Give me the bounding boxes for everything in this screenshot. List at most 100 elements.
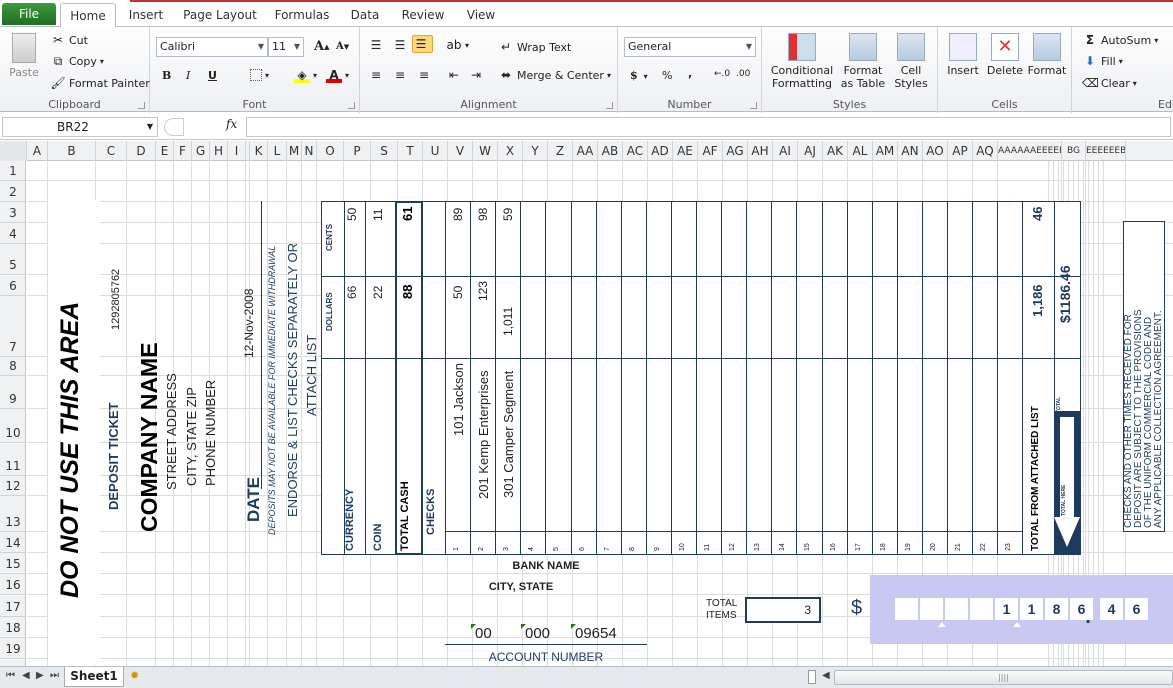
increase-decimal-button[interactable]: ←.0 [714, 69, 730, 79]
column-header[interactable]: BG [1062, 141, 1086, 161]
scroll-left-icon[interactable]: ◀ [822, 670, 830, 681]
column-header[interactable]: AO [923, 141, 948, 161]
comma-button[interactable]: , [688, 67, 692, 80]
format-cells-button[interactable]: Format [1026, 33, 1068, 77]
font-launcher-icon[interactable] [348, 102, 355, 109]
font-color-button[interactable]: A ▾ [326, 67, 349, 83]
column-header[interactable]: E [156, 141, 174, 161]
new-sheet-icon[interactable]: ✹ [130, 669, 152, 685]
column-header[interactable]: AI [773, 141, 798, 161]
conditional-formatting-button[interactable]: Conditional Formatting [766, 33, 838, 90]
column-header[interactable]: Y [523, 141, 548, 161]
column-header[interactable]: G [192, 141, 210, 161]
column-header[interactable]: I [228, 141, 246, 161]
row-header[interactable]: 6 [0, 275, 26, 296]
insert-cells-button[interactable]: Insert [942, 33, 984, 77]
number-launcher-icon[interactable] [750, 102, 757, 109]
align-bottom-button[interactable]: ☰ [412, 35, 433, 53]
bold-button[interactable]: B [162, 69, 171, 82]
row-header[interactable]: 14 [0, 532, 26, 553]
column-header[interactable]: AF [698, 141, 723, 161]
column-header[interactable]: AP [948, 141, 973, 161]
row-header[interactable]: 8 [0, 357, 26, 376]
column-header[interactable]: AC [623, 141, 648, 161]
column-header[interactable]: AK [823, 141, 848, 161]
tab-formulas[interactable]: Formulas [270, 3, 334, 27]
align-center-button[interactable]: ≡ [392, 67, 411, 83]
tab-page-layout[interactable]: Page Layout [178, 3, 262, 27]
column-header[interactable]: AJ [798, 141, 823, 161]
formula-input[interactable] [246, 117, 1171, 137]
row-header[interactable]: 7 [0, 296, 26, 357]
split-handle[interactable] [808, 670, 816, 684]
formula-bar-toggle[interactable] [164, 118, 184, 136]
row-header[interactable]: 18 [0, 617, 26, 638]
prev-sheet-icon[interactable]: ◀ [22, 670, 30, 681]
borders-button[interactable]: ▾ [250, 69, 269, 81]
row-header[interactable]: 16 [0, 574, 26, 595]
orientation-button[interactable]: ab ▾ [446, 37, 470, 53]
increase-indent-button[interactable]: ⇥ [468, 67, 487, 83]
column-header[interactable]: A [27, 141, 48, 161]
column-header[interactable]: Z [548, 141, 573, 161]
tab-review[interactable]: Review [396, 3, 450, 27]
format-as-table-button[interactable]: Format as Table [838, 33, 888, 90]
font-size-select[interactable]: 11 ▼ [268, 37, 304, 57]
insert-function-icon[interactable]: fx [226, 117, 237, 131]
column-header[interactable]: L [268, 141, 287, 161]
currency-button[interactable]: $ ▾ [630, 69, 648, 82]
row-header[interactable]: 5 [0, 244, 26, 275]
row-header[interactable]: 3 [0, 202, 26, 223]
column-header[interactable]: AA [573, 141, 598, 161]
clear-button[interactable]: ⌫ Clear ▾ [1082, 75, 1137, 91]
column-header[interactable]: U [423, 141, 448, 161]
column-header[interactable]: V [448, 141, 473, 161]
column-header[interactable]: AD [648, 141, 673, 161]
tab-file[interactable]: File [2, 3, 56, 25]
column-header[interactable]: AM [873, 141, 898, 161]
align-left-button[interactable]: ≡ [368, 67, 387, 83]
fill-button[interactable]: ⬇ Fill ▾ [1082, 53, 1123, 69]
row-header[interactable]: 13 [0, 496, 26, 532]
column-header[interactable]: AAAAAAEEEEEE [998, 141, 1062, 161]
tab-data[interactable]: Data [340, 3, 390, 27]
row-header[interactable]: 4 [0, 223, 26, 244]
column-header[interactable]: EEEEEEBIII [1086, 141, 1126, 161]
row-header[interactable]: 1 [0, 161, 26, 181]
font-name-select[interactable]: Calibri ▼ [156, 37, 268, 57]
column-header[interactable]: B [48, 141, 96, 161]
tab-insert[interactable]: Insert [120, 3, 172, 27]
column-header[interactable]: O [317, 141, 344, 161]
delete-cells-button[interactable]: ✕ Delete [984, 33, 1026, 77]
column-header[interactable]: H [210, 141, 228, 161]
first-sheet-icon[interactable]: ⏮ [6, 670, 15, 681]
column-header[interactable]: X [498, 141, 523, 161]
column-header[interactable]: C [96, 141, 127, 161]
grow-font-button[interactable]: A ▲ [314, 39, 329, 54]
column-header[interactable]: AQ [973, 141, 998, 161]
align-middle-button[interactable]: ☰ [392, 37, 411, 53]
horizontal-scrollbar-thumb[interactable]: |||| [834, 670, 1173, 685]
column-header[interactable]: F [174, 141, 192, 161]
column-header[interactable]: D [127, 141, 156, 161]
fill-color-button[interactable]: ◈ ▾ [294, 67, 317, 83]
underline-button[interactable]: U [208, 69, 217, 82]
row-header[interactable]: 15 [0, 553, 26, 574]
row-header[interactable]: 10 [0, 409, 26, 443]
column-header[interactable]: S [371, 141, 398, 161]
cut-button[interactable]: ✂ Cut [50, 32, 88, 48]
alignment-launcher-icon[interactable] [606, 102, 613, 109]
merge-center-button[interactable]: ⬌ Merge & Center ▾ [498, 67, 611, 83]
percent-button[interactable]: % [662, 69, 672, 82]
align-right-button[interactable]: ≡ [416, 67, 435, 83]
format-painter-button[interactable]: 🖌 Format Painter [50, 75, 149, 91]
sheet-tab-sheet1[interactable]: Sheet1 [64, 667, 124, 687]
column-header[interactable]: AG [723, 141, 748, 161]
wrap-text-button[interactable]: ↵ Wrap Text [498, 39, 571, 55]
shrink-font-button[interactable]: A ▼ [336, 41, 349, 52]
align-top-button[interactable]: ☰ [368, 37, 387, 53]
column-header[interactable]: P [344, 141, 371, 161]
row-header[interactable]: 17 [0, 595, 26, 617]
cell-styles-button[interactable]: Cell Styles [888, 33, 934, 90]
clipboard-launcher-icon[interactable] [138, 102, 145, 109]
